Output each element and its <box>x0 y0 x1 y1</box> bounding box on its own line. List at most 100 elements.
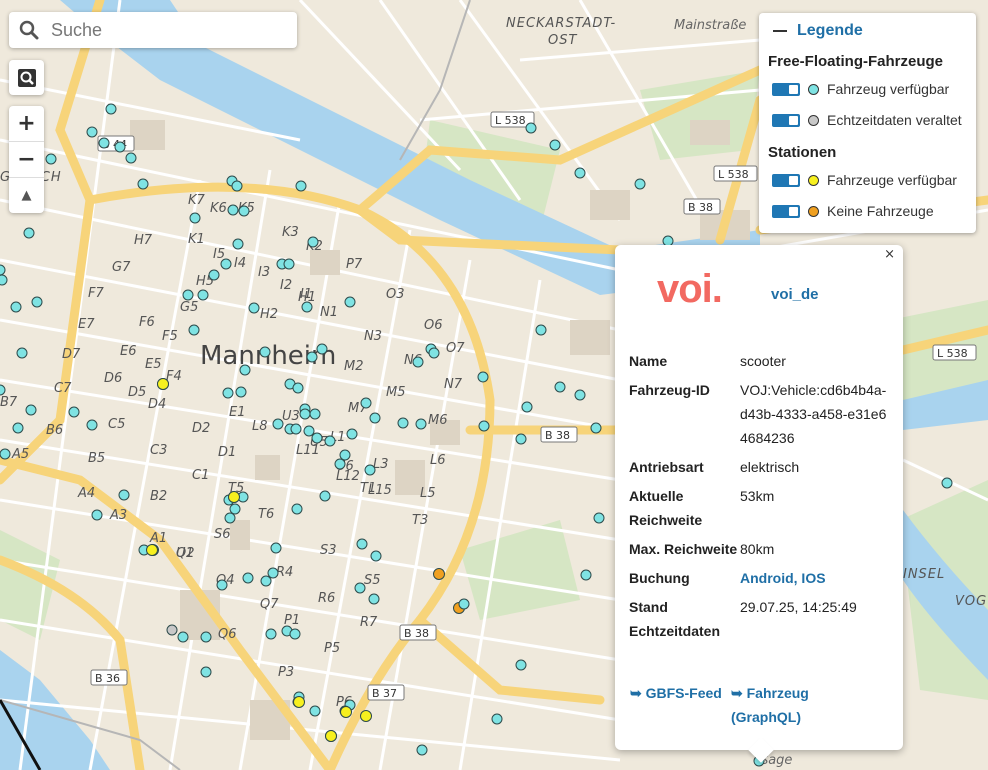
vehicle-marker[interactable] <box>299 408 311 420</box>
legend-item-outdated[interactable]: Echtzeitdaten veraltet <box>772 112 962 128</box>
vehicle-marker[interactable] <box>188 324 200 336</box>
vehicle-marker[interactable] <box>535 324 547 336</box>
vehicle-marker[interactable] <box>412 356 424 368</box>
vehicle-marker[interactable] <box>45 153 57 165</box>
vehicle-marker[interactable] <box>309 705 321 717</box>
station-marker-available[interactable] <box>340 706 352 718</box>
vehicle-marker[interactable] <box>12 422 24 434</box>
search-input[interactable] <box>49 18 283 42</box>
legend-item-vehicle-available[interactable]: Fahrzeug verfügbar <box>772 81 949 97</box>
vehicle-marker[interactable] <box>267 567 279 579</box>
vehicle-marker[interactable] <box>334 458 346 470</box>
vehicle-marker[interactable] <box>238 205 250 217</box>
vehicle-marker[interactable] <box>291 503 303 515</box>
vehicle-marker[interactable] <box>197 289 209 301</box>
vehicle-marker[interactable] <box>515 433 527 445</box>
vehicle-marker[interactable] <box>307 236 319 248</box>
vehicle-marker[interactable] <box>177 631 189 643</box>
vehicle-marker[interactable] <box>125 152 137 164</box>
legend-item-station-available[interactable]: Fahrzeuge verfügbar <box>772 172 957 188</box>
vehicle-marker[interactable] <box>370 550 382 562</box>
vehicle-marker[interactable] <box>220 258 232 270</box>
vehicle-marker[interactable] <box>189 212 201 224</box>
legend-header[interactable]: Legende <box>773 22 863 40</box>
collapse-icon[interactable] <box>773 30 787 32</box>
vehicle-marker[interactable] <box>580 569 592 581</box>
vehicle-marker[interactable] <box>344 296 356 308</box>
vehicle-marker[interactable] <box>590 422 602 434</box>
operator-link[interactable]: voi_de <box>771 286 819 303</box>
vehicle-marker[interactable] <box>16 347 28 359</box>
vehicle-marker[interactable] <box>295 180 307 192</box>
vehicle-marker[interactable] <box>118 489 130 501</box>
vehicle-marker[interactable] <box>356 538 368 550</box>
vehicle-marker[interactable] <box>232 238 244 250</box>
vehicle-marker[interactable] <box>23 227 35 239</box>
vehicle-marker[interactable] <box>428 347 440 359</box>
vehicle-marker[interactable] <box>324 435 336 447</box>
vehicle-marker[interactable] <box>521 401 533 413</box>
station-marker-available[interactable] <box>293 696 305 708</box>
vehicle-marker[interactable] <box>415 418 427 430</box>
vehicle-marker[interactable] <box>200 666 212 678</box>
vehicle-marker[interactable] <box>200 631 212 643</box>
vehicle-marker[interactable] <box>369 412 381 424</box>
vehicle-marker[interactable] <box>68 406 80 418</box>
vehicle-marker[interactable] <box>301 301 313 313</box>
vehicle-marker[interactable] <box>574 389 586 401</box>
vehicle-marker-outdated[interactable] <box>166 624 178 636</box>
vehicle-marker[interactable] <box>224 512 236 524</box>
vehicle-marker[interactable] <box>397 417 409 429</box>
vehicle-marker[interactable] <box>86 419 98 431</box>
legend-item-station-empty[interactable]: Keine Fahrzeuge <box>772 203 934 219</box>
vehicle-marker[interactable] <box>31 296 43 308</box>
zoom-in-button[interactable]: + <box>9 106 44 141</box>
compass-north-icon[interactable]: ▲ <box>9 177 44 213</box>
vehicle-marker[interactable] <box>354 582 366 594</box>
vehicle-marker[interactable] <box>91 509 103 521</box>
station-marker-available[interactable] <box>325 730 337 742</box>
zoom-search-icon[interactable] <box>9 60 44 95</box>
vehicle-marker[interactable] <box>25 404 37 416</box>
vehicle-marker[interactable] <box>339 449 351 461</box>
vehicle-marker[interactable] <box>319 490 331 502</box>
vehicle-marker[interactable] <box>259 346 271 358</box>
search-box[interactable] <box>9 12 297 48</box>
vehicle-marker[interactable] <box>265 628 277 640</box>
vehicle-marker[interactable] <box>549 139 561 151</box>
vehicle-marker[interactable] <box>306 351 318 363</box>
vehicle-marker[interactable] <box>137 178 149 190</box>
vehicle-marker[interactable] <box>10 301 22 313</box>
vehicle-marker[interactable] <box>105 103 117 115</box>
vehicle-marker[interactable] <box>458 598 470 610</box>
vehicle-marker[interactable] <box>222 387 234 399</box>
toggle-switch[interactable] <box>772 82 800 96</box>
vehicle-marker[interactable] <box>0 274 8 286</box>
station-marker-available[interactable] <box>360 710 372 722</box>
vehicle-marker[interactable] <box>368 593 380 605</box>
vehicle-marker[interactable] <box>98 137 110 149</box>
vehicle-marker[interactable] <box>289 628 301 640</box>
close-icon[interactable]: × <box>884 247 895 262</box>
vehicle-marker[interactable] <box>416 744 428 756</box>
vehicle-marker[interactable] <box>309 408 321 420</box>
vehicle-marker[interactable] <box>477 371 489 383</box>
vehicle-marker[interactable] <box>515 659 527 671</box>
station-marker-available[interactable] <box>228 491 240 503</box>
vehicle-marker[interactable] <box>364 464 376 476</box>
vehicle-marker[interactable] <box>290 423 302 435</box>
vehicle-marker[interactable] <box>229 503 241 515</box>
vehicle-marker[interactable] <box>316 343 328 355</box>
vehicle-marker[interactable] <box>525 122 537 134</box>
toggle-switch[interactable] <box>772 173 800 187</box>
vehicle-marker[interactable] <box>216 579 228 591</box>
vehicle-marker[interactable] <box>346 428 358 440</box>
vehicle-marker[interactable] <box>360 397 372 409</box>
vehicle-marker[interactable] <box>242 572 254 584</box>
toggle-switch[interactable] <box>772 113 800 127</box>
vehicle-marker[interactable] <box>554 381 566 393</box>
vehicle-marker[interactable] <box>248 302 260 314</box>
vehicle-marker[interactable] <box>231 180 243 192</box>
vehicle-marker[interactable] <box>0 448 11 460</box>
vehicle-marker[interactable] <box>574 167 586 179</box>
